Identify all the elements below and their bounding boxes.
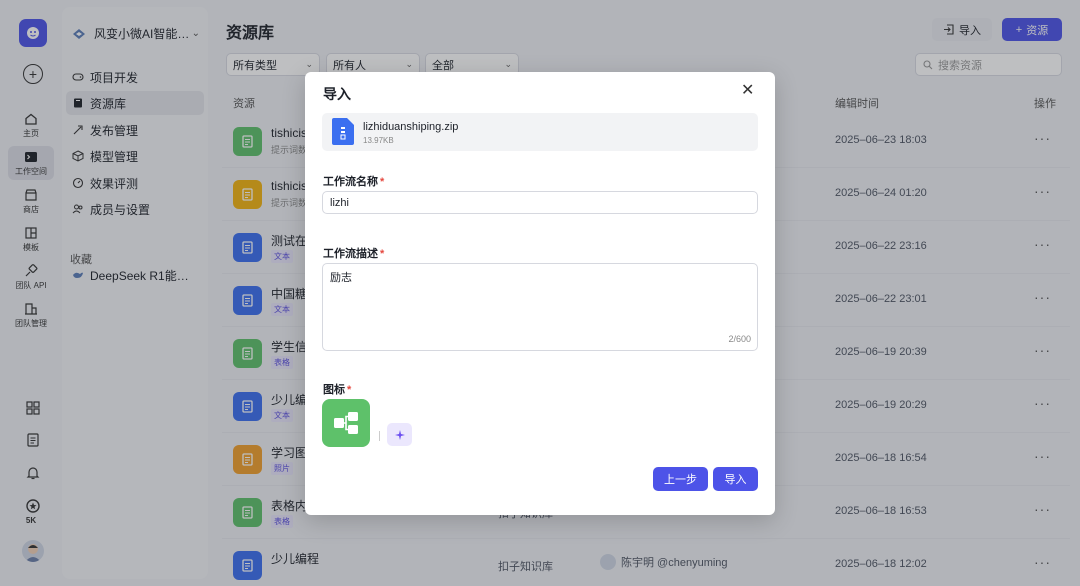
zip-file-icon (332, 118, 354, 145)
desc-label: 工作流描述 * (323, 245, 384, 261)
workflow-icon-picker[interactable] (322, 399, 370, 447)
char-counter: 2/600 (728, 334, 751, 344)
workflow-name-value: lizhi (330, 196, 349, 209)
confirm-import-button[interactable]: 导入 (713, 467, 758, 491)
ai-generate-icon-button[interactable] (387, 423, 412, 446)
divider (379, 431, 380, 441)
uploaded-file: lizhiduanshiping.zip 13.97KB (322, 113, 758, 151)
desc-label-text: 工作流描述 (323, 248, 378, 260)
workflow-name-input[interactable]: lizhi (322, 191, 758, 214)
required-mark: * (380, 176, 385, 188)
required-mark: * (380, 248, 385, 260)
workflow-description-textarea[interactable]: 励志 2/600 (322, 263, 758, 351)
name-label: 工作流名称 * (323, 173, 384, 189)
dialog-title: 导入 (323, 86, 351, 102)
file-size: 13.97KB (363, 136, 394, 145)
icon-label: 图标 * (323, 381, 351, 397)
description-value: 励志 (330, 272, 352, 284)
close-icon[interactable]: ✕ (741, 83, 754, 99)
previous-step-button[interactable]: 上一步 (653, 467, 708, 491)
icon-label-text: 图标 (323, 384, 345, 396)
file-name: lizhiduanshiping.zip (363, 121, 459, 133)
sparkle-icon (394, 429, 405, 440)
import-dialog: 导入 ✕ lizhiduanshiping.zip 13.97KB 工作流名称 *… (305, 72, 775, 515)
workflow-icon (334, 412, 358, 434)
required-mark: * (347, 384, 352, 396)
name-label-text: 工作流名称 (323, 176, 378, 188)
